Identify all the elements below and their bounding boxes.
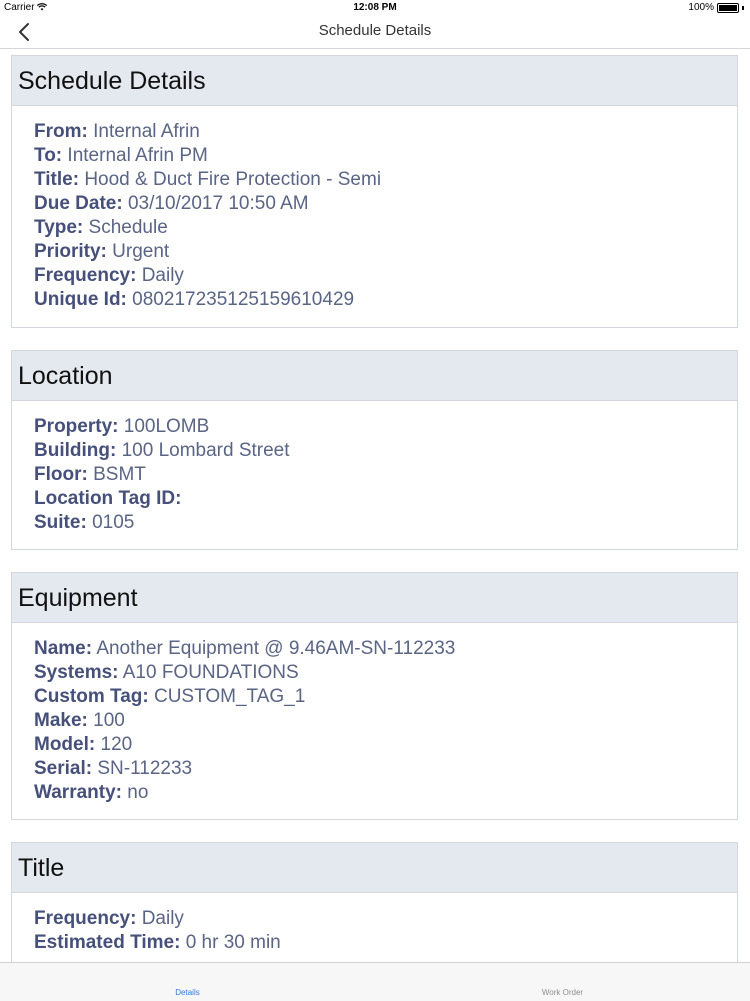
section-header: Location bbox=[12, 351, 737, 401]
field-label: Custom Tag: bbox=[34, 686, 149, 707]
field-value: Hood & Duct Fire Protection - Semi bbox=[84, 169, 382, 190]
field-label: Building: bbox=[34, 440, 117, 461]
battery-indicator: 100% bbox=[688, 2, 744, 13]
detail-row-frequency: Frequency: Daily bbox=[34, 264, 737, 288]
detail-row-title: Title: Hood & Duct Fire Protection - Sem… bbox=[34, 168, 737, 192]
field-label: Serial: bbox=[34, 758, 93, 779]
detail-row-to: To: Internal Afrin PM bbox=[34, 144, 737, 168]
detail-row-frequency: Frequency: Daily bbox=[34, 907, 737, 931]
detail-row-building: Building: 100 Lombard Street bbox=[34, 439, 737, 463]
field-label: Estimated Time: bbox=[34, 932, 181, 953]
status-bar: Carrier 12:08 PM 100% bbox=[0, 0, 750, 16]
field-label: Property: bbox=[34, 416, 119, 437]
field-value: Daily bbox=[141, 908, 184, 929]
detail-row-type: Type: Schedule bbox=[34, 216, 737, 240]
field-label: Systems: bbox=[34, 662, 119, 683]
detail-row-location-tag: Location Tag ID: bbox=[34, 487, 737, 511]
field-label: Location Tag ID: bbox=[34, 488, 182, 509]
field-label: Unique Id: bbox=[34, 289, 127, 310]
detail-row-systems: Systems: A10 FOUNDATIONS bbox=[34, 661, 737, 685]
section-header: Schedule Details bbox=[12, 56, 737, 106]
detail-row-floor: Floor: BSMT bbox=[34, 463, 737, 487]
detail-row-from: From: Internal Afrin bbox=[34, 120, 737, 144]
detail-row-priority: Priority: Urgent bbox=[34, 240, 737, 264]
equipment-card: Equipment Name: Another Equipment @ 9.46… bbox=[11, 572, 738, 820]
field-label: Due Date: bbox=[34, 193, 123, 214]
section-body: Frequency: Daily Estimated Time: 0 hr 30… bbox=[12, 893, 737, 955]
title-card: Title Frequency: Daily Estimated Time: 0… bbox=[11, 842, 738, 962]
schedule-details-card: Schedule Details From: Internal Afrin To… bbox=[11, 55, 738, 328]
tab-label: Work Order bbox=[541, 988, 584, 997]
field-value: Internal Afrin PM bbox=[67, 145, 208, 166]
detail-row-property: Property: 100LOMB bbox=[34, 415, 737, 439]
section-body: Name: Another Equipment @ 9.46AM-SN-1122… bbox=[12, 623, 737, 805]
field-value: Another Equipment @ 9.46AM-SN-112233 bbox=[96, 638, 456, 659]
detail-row-custom-tag: Custom Tag: CUSTOM_TAG_1 bbox=[34, 685, 737, 709]
field-label: Make: bbox=[34, 710, 88, 731]
field-value: A10 FOUNDATIONS bbox=[122, 662, 299, 683]
page-title: Schedule Details bbox=[318, 22, 432, 39]
location-card: Location Property: 100LOMB Building: 100… bbox=[11, 350, 738, 550]
section-header: Title bbox=[12, 843, 737, 893]
field-value: 120 bbox=[100, 734, 133, 755]
detail-row-make: Make: 100 bbox=[34, 709, 737, 733]
detail-row-warranty: Warranty: no bbox=[34, 781, 737, 805]
scroll-content[interactable]: Schedule Details From: Internal Afrin To… bbox=[0, 48, 750, 962]
field-label: Suite: bbox=[34, 512, 87, 533]
field-value: 080217235125159610429 bbox=[132, 289, 355, 310]
field-label: Frequency: bbox=[34, 265, 137, 286]
field-label: Priority: bbox=[34, 241, 107, 262]
field-value: 100 Lombard Street bbox=[121, 440, 290, 461]
field-label: To: bbox=[34, 145, 63, 166]
section-header: Equipment bbox=[12, 573, 737, 623]
field-value: CUSTOM_TAG_1 bbox=[153, 686, 306, 707]
field-value: 0 hr 30 min bbox=[185, 932, 281, 953]
battery-icon bbox=[717, 2, 739, 13]
field-label: Type: bbox=[34, 217, 84, 238]
field-value: 100LOMB bbox=[123, 416, 210, 437]
field-value: 0105 bbox=[92, 512, 135, 533]
field-label: Model: bbox=[34, 734, 96, 755]
field-label: From: bbox=[34, 121, 88, 142]
field-value: 100 bbox=[93, 710, 125, 731]
section-body: From: Internal Afrin To: Internal Afrin … bbox=[12, 106, 737, 312]
field-value: no bbox=[127, 782, 149, 803]
field-value: BSMT bbox=[93, 464, 146, 485]
detail-row-due-date: Due Date: 03/10/2017 10:50 AM bbox=[34, 192, 737, 216]
battery-percent: 100% bbox=[688, 2, 714, 13]
tab-bar: Details Work Order bbox=[0, 962, 750, 1001]
field-label: Floor: bbox=[34, 464, 88, 485]
field-label: Name: bbox=[34, 638, 93, 659]
status-time: 12:08 PM bbox=[353, 2, 397, 13]
battery-tip bbox=[742, 5, 744, 10]
tab-details[interactable]: Details bbox=[0, 963, 375, 1001]
section-body: Property: 100LOMB Building: 100 Lombard … bbox=[12, 401, 737, 535]
field-label: Warranty: bbox=[34, 782, 122, 803]
detail-row-estimated-time: Estimated Time: 0 hr 30 min bbox=[34, 931, 737, 955]
detail-row-name: Name: Another Equipment @ 9.46AM-SN-1122… bbox=[34, 637, 737, 661]
field-label: Title: bbox=[34, 169, 80, 190]
detail-row-unique-id: Unique Id: 080217235125159610429 bbox=[34, 288, 737, 312]
detail-row-serial: Serial: SN-112233 bbox=[34, 757, 737, 781]
field-label: Frequency: bbox=[34, 908, 137, 929]
detail-row-model: Model: 120 bbox=[34, 733, 737, 757]
field-value: Internal Afrin bbox=[93, 121, 200, 142]
field-value: Urgent bbox=[112, 241, 170, 262]
field-value: Daily bbox=[141, 265, 184, 286]
tab-work-order[interactable]: Work Order bbox=[375, 963, 750, 1001]
field-value: Schedule bbox=[88, 217, 168, 238]
field-value: SN-112233 bbox=[97, 758, 193, 779]
tab-label: Details bbox=[175, 988, 200, 997]
field-value: 03/10/2017 10:50 AM bbox=[127, 193, 309, 214]
detail-row-suite: Suite: 0105 bbox=[34, 511, 737, 535]
navigation-bar: Schedule Details bbox=[0, 16, 750, 49]
